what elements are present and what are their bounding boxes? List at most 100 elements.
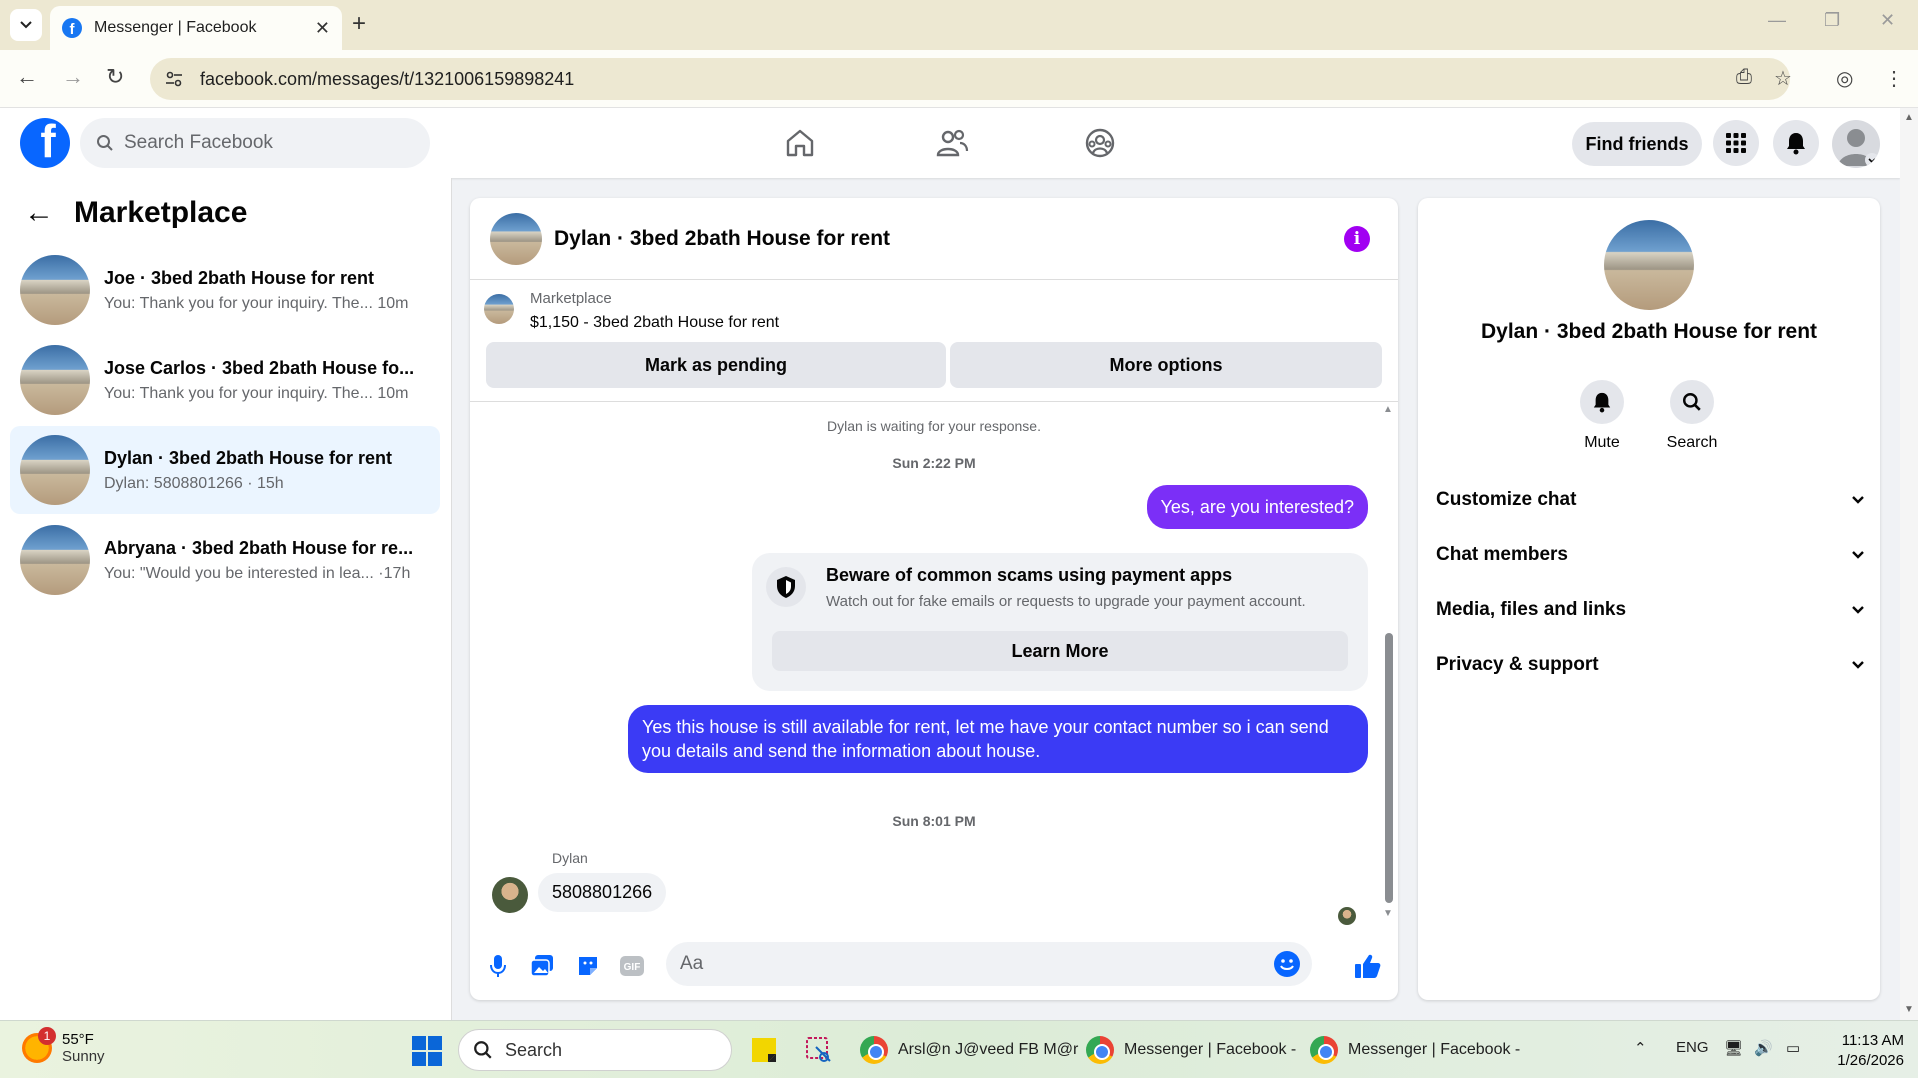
search-in-chat-button[interactable]: Search — [1657, 380, 1727, 452]
search-placeholder: Search Facebook — [124, 132, 273, 153]
photo-icon[interactable] — [528, 952, 556, 980]
sticky-notes-icon[interactable] — [750, 1031, 778, 1069]
mute-button[interactable]: Mute — [1567, 380, 1637, 452]
chrome-icon — [1310, 1036, 1338, 1064]
conversation-list-panel: ← Marketplace Joe · 3bed 2bath House for… — [0, 178, 452, 1020]
conversation-item-dylan[interactable]: Dylan · 3bed 2bath House for rent Dylan:… — [10, 426, 440, 514]
weather-condition: Sunny — [62, 1048, 105, 1065]
reload-icon[interactable]: ↻ — [106, 64, 124, 90]
url-omnibox[interactable]: facebook.com/messages/t/1321006159898241 — [150, 58, 1790, 100]
chevron-down-icon — [20, 21, 32, 29]
listing-price-title[interactable]: $1,150 - 3bed 2bath House for rent — [530, 314, 779, 332]
message-thread: Dylan is waiting for your response. Sun … — [470, 403, 1398, 925]
mute-label: Mute — [1584, 434, 1620, 451]
section-label: Customize chat — [1436, 489, 1577, 510]
taskbar-app-chrome-2[interactable]: Messenger | Facebook - — [1086, 1031, 1296, 1069]
facebook-search-input[interactable]: Search Facebook — [80, 118, 430, 168]
battery-icon[interactable]: ▭ — [1786, 1039, 1800, 1057]
chat-details-panel: Dylan · 3bed 2bath House for rent Mute S… — [1418, 198, 1880, 1000]
conversation-item-joe[interactable]: Joe · 3bed 2bath House for rent You: Tha… — [10, 246, 440, 334]
minimize-icon[interactable]: — — [1768, 10, 1786, 31]
gif-icon[interactable]: GIF — [618, 952, 646, 980]
groups-icon[interactable] — [1082, 125, 1118, 161]
privacy-support-section[interactable]: Privacy & support — [1436, 645, 1866, 685]
conversation-item-jose-carlos[interactable]: Jose Carlos · 3bed 2bath House fo... You… — [10, 336, 440, 424]
customize-chat-section[interactable]: Customize chat — [1436, 480, 1866, 520]
window-close-icon[interactable]: ✕ — [1880, 10, 1895, 31]
more-options-button[interactable]: More options — [950, 342, 1382, 388]
url-text: facebook.com/messages/t/1321006159898241 — [200, 68, 575, 89]
taskbar-search-label: Search — [505, 1039, 563, 1060]
taskbar-app-label: Arsl@n J@veed FB M@r — [898, 1041, 1079, 1058]
message-bubble-incoming[interactable]: 5808801266 — [538, 873, 667, 912]
new-tab-icon[interactable]: + — [352, 10, 366, 38]
message-input[interactable]: Aa — [666, 942, 1312, 986]
chat-members-section[interactable]: Chat members — [1436, 535, 1866, 575]
browser-menu-icon[interactable]: ⋮ — [1884, 66, 1904, 91]
scroll-down-icon[interactable]: ▼ — [1383, 908, 1393, 919]
browser-tab-messenger[interactable]: f Messenger | Facebook ✕ — [50, 6, 342, 50]
chat-title[interactable]: Dylan · 3bed 2bath House for rent — [554, 227, 890, 251]
page-scrollbar[interactable]: ▲ ▼ — [1900, 108, 1918, 1020]
section-label: Media, files and links — [1436, 599, 1627, 620]
sender-name: Dylan — [552, 850, 588, 866]
browser-profile-icon[interactable]: ◎ — [1836, 66, 1853, 91]
site-settings-icon[interactable] — [164, 69, 184, 89]
sticker-icon[interactable] — [574, 952, 602, 980]
menu-grid-button[interactable] — [1713, 120, 1759, 166]
volume-icon[interactable]: 🔊 — [1754, 1039, 1773, 1057]
account-avatar[interactable] — [1832, 120, 1880, 168]
network-icon[interactable]: 🖥 — [1724, 1039, 1743, 1057]
taskbar-app-label: Messenger | Facebook - — [1348, 1041, 1521, 1058]
learn-more-button[interactable]: Learn More — [772, 631, 1348, 671]
facebook-logo-icon[interactable]: f — [20, 118, 70, 168]
forward-arrow-icon[interactable]: → — [62, 64, 84, 90]
conversation-preview: You: Thank you for your inquiry. The... … — [104, 294, 409, 312]
contact-avatar[interactable] — [1604, 220, 1694, 310]
scroll-down-icon[interactable]: ▼ — [1904, 1004, 1914, 1015]
info-icon[interactable]: i — [1344, 226, 1370, 252]
media-files-links-section[interactable]: Media, files and links — [1436, 590, 1866, 630]
notifications-button[interactable] — [1773, 120, 1819, 166]
facebook-favicon-icon: f — [62, 18, 82, 38]
sun-icon: 1 — [22, 1027, 56, 1063]
message-bubble-outgoing[interactable]: Yes this house is still available for re… — [628, 705, 1368, 773]
mark-as-pending-button[interactable]: Mark as pending — [486, 342, 946, 388]
tab-close-icon[interactable]: ✕ — [315, 18, 330, 39]
windows-start-icon[interactable] — [412, 1036, 442, 1066]
thumbs-up-icon[interactable] — [1354, 952, 1382, 980]
emoji-icon[interactable] — [1274, 951, 1300, 977]
chat-scrollbar[interactable]: ▲ ▼ — [1382, 404, 1394, 919]
tab-search-dropdown[interactable] — [10, 9, 42, 41]
back-arrow-icon[interactable]: ← — [16, 64, 38, 90]
microphone-icon[interactable] — [484, 952, 512, 980]
bookmark-star-icon[interactable]: ☆ — [1774, 66, 1792, 91]
listing-thumbnail[interactable] — [484, 294, 514, 324]
scroll-up-icon[interactable]: ▲ — [1383, 404, 1393, 415]
tray-overflow-icon[interactable]: ⌃ — [1634, 1039, 1647, 1057]
notification-badge: 1 — [38, 1027, 56, 1045]
chat-avatar[interactable] — [490, 212, 542, 265]
language-indicator[interactable]: ENG — [1676, 1039, 1709, 1056]
home-icon[interactable] — [782, 125, 818, 161]
taskbar-app-chrome-3[interactable]: Messenger | Facebook - — [1310, 1031, 1520, 1069]
sender-avatar[interactable] — [492, 877, 528, 913]
scrollbar-thumb[interactable] — [1385, 633, 1393, 903]
shield-icon — [766, 567, 806, 607]
taskbar-search[interactable]: Search — [458, 1029, 732, 1071]
install-app-icon[interactable]: ⎙ — [1736, 66, 1752, 89]
search-icon — [97, 135, 113, 151]
find-friends-button[interactable]: Find friends — [1572, 122, 1702, 166]
default-avatar-icon — [1838, 129, 1879, 167]
read-receipt-avatar — [1338, 907, 1356, 925]
conversation-item-abryana[interactable]: Abryana · 3bed 2bath House for re... You… — [10, 516, 440, 604]
scroll-up-icon[interactable]: ▲ — [1904, 112, 1914, 123]
restore-icon[interactable]: ❐ — [1824, 10, 1840, 31]
taskbar-app-chrome-1[interactable]: Arsl@n J@veed FB M@r — [860, 1031, 1078, 1069]
weather-widget[interactable]: 1 55°F Sunny — [22, 1027, 105, 1065]
system-clock[interactable]: 11:13 AM 1/26/2026 — [1828, 1031, 1904, 1071]
friends-icon[interactable] — [934, 125, 970, 161]
message-bubble-outgoing[interactable]: Yes, are you interested? — [1146, 485, 1368, 529]
snipping-tool-icon[interactable] — [804, 1031, 834, 1069]
back-arrow-icon[interactable]: ← — [24, 196, 54, 230]
